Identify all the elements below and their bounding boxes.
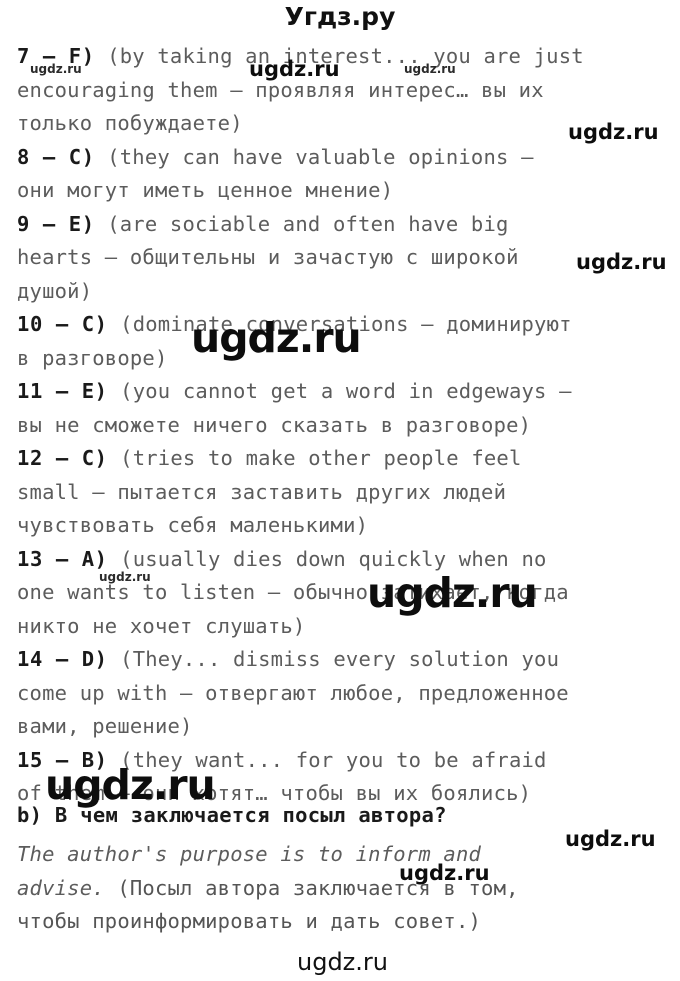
answer-gloss: (They... dismiss every solution you	[120, 647, 560, 671]
answer-gloss: (are sociable and often have big	[107, 211, 509, 236]
answer-gloss: (usually dies down quickly when no	[120, 546, 547, 571]
answer-key: 14 – D)	[17, 647, 108, 671]
answer-line: только побуждаете)	[17, 107, 667, 141]
answer-gloss: только побуждаете)	[17, 111, 243, 135]
answer-gloss: come up with – отвергают любое, предложе…	[17, 680, 569, 705]
answer-line: чувствовать себя маленькими)	[17, 509, 667, 543]
answer-gloss: one wants to listen – обычно затихает, к…	[17, 580, 569, 604]
answer-b-line-3: чтобы проинформировать и дать совет.)	[17, 909, 482, 933]
answer-line: 11 – E) (you cannot get a word in edgewa…	[17, 375, 667, 409]
answer-line: в разговоре)	[17, 342, 667, 376]
answer-line: 9 – E) (are sociable and often have big	[17, 208, 667, 242]
answer-line: 8 – C) (they can have valuable opinions …	[17, 141, 667, 175]
answer-gloss: (they can have valuable opinions –	[107, 144, 534, 169]
answer-key: 10 – C)	[17, 312, 108, 336]
answer-b-russian-2: (Посыл автора заключается в том,	[104, 875, 519, 900]
answers-list: 7 – F) (by taking an interest... you are…	[17, 40, 667, 811]
answer-item: 7 – F) (by taking an interest... you are…	[17, 40, 667, 141]
answer-gloss: (dominate conversations – доминируют	[120, 312, 572, 336]
answer-gloss: (you cannot get a word in edgeways –	[120, 379, 572, 403]
answer-b-block: The author's purpose is to inform and ad…	[17, 838, 667, 939]
answer-key: 13 – A)	[17, 546, 108, 571]
answer-gloss: вами, решение)	[17, 714, 193, 738]
answer-line: никто не хочет слушать)	[17, 610, 667, 644]
question-b-heading: b) В чем заключается посыл автора?	[17, 803, 447, 827]
answer-gloss: encouraging them – проявляя интерес… вы …	[17, 77, 544, 102]
answer-line: 15 – B) (they want... for you to be afra…	[17, 744, 667, 778]
answer-item: 14 – D) (They... dismiss every solution …	[17, 643, 667, 744]
answer-line: 14 – D) (They... dismiss every solution …	[17, 643, 667, 677]
answer-item: 10 – C) (dominate conversations – домини…	[17, 308, 667, 375]
answer-line: come up with – отвергают любое, предложе…	[17, 677, 667, 711]
answer-line: hearts – общительны и зачастую с широкой	[17, 241, 667, 275]
answer-b-english-2: advise.	[17, 875, 105, 900]
site-title: Угдз.ру	[284, 2, 396, 31]
answer-key: 7 – F)	[17, 44, 95, 68]
answer-line: one wants to listen – обычно затихает, к…	[17, 576, 667, 610]
answer-item: 15 – B) (they want... for you to be afra…	[17, 744, 667, 811]
answer-item: 12 – C) (tries to make other people feel…	[17, 442, 667, 543]
answer-key: 15 – B)	[17, 747, 108, 772]
watermark: ugdz.ru	[297, 948, 388, 976]
answer-line: 13 – A) (usually dies down quickly when …	[17, 543, 667, 577]
answer-gloss: hearts – общительны и зачастую с широкой	[17, 245, 519, 269]
answer-item: 8 – C) (they can have valuable opinions …	[17, 141, 667, 208]
answer-gloss: вы не сможете ничего сказать в разговоре…	[17, 412, 532, 437]
answer-key-page: Угдз.ру 7 – F) (by taking an interest...…	[0, 0, 680, 981]
answer-key: 9 – E)	[17, 211, 95, 236]
answer-line: душой)	[17, 275, 667, 309]
answer-line: 12 – C) (tries to make other people feel	[17, 442, 667, 476]
answer-gloss: душой)	[17, 278, 93, 303]
answer-line: small – пытается заставить других людей	[17, 476, 667, 510]
answer-gloss: никто не хочет слушать)	[17, 613, 306, 638]
answer-gloss: small – пытается заставить других людей	[17, 479, 507, 504]
answer-line: вами, решение)	[17, 710, 667, 744]
answer-b-english-1: The author's purpose is to inform and	[17, 842, 482, 866]
answer-gloss: в разговоре)	[17, 345, 168, 370]
answer-item: 9 – E) (are sociable and often have big h…	[17, 208, 667, 309]
answer-line: 10 – C) (dominate conversations – домини…	[17, 308, 667, 342]
answer-item: 13 – A) (usually dies down quickly when …	[17, 543, 667, 644]
answer-key: 11 – E)	[17, 379, 108, 403]
answer-line: они могут иметь ценное мнение)	[17, 174, 667, 208]
answer-gloss: (they want... for you to be afraid	[120, 747, 547, 772]
answer-gloss: (by taking an interest... you are just	[107, 44, 584, 68]
answer-gloss: они могут иметь ценное мнение)	[17, 178, 394, 202]
answer-gloss: (tries to make other people feel	[120, 446, 522, 470]
answer-line: 7 – F) (by taking an interest... you are…	[17, 40, 667, 74]
answer-line: encouraging them – проявляя интерес… вы …	[17, 74, 667, 108]
answer-gloss: of them – они хотят… чтобы вы их боялись…	[17, 781, 532, 805]
answer-b-line-1: The author's purpose is to inform and	[17, 838, 667, 872]
answer-key: 8 – C)	[17, 144, 95, 169]
answer-gloss: чувствовать себя маленькими)	[17, 513, 369, 537]
answer-b-line-2: advise. (Посыл автора заключается в том,	[17, 872, 667, 906]
answer-line: вы не сможете ничего сказать в разговоре…	[17, 409, 667, 443]
answer-item: 11 – E) (you cannot get a word in edgewa…	[17, 375, 667, 442]
answer-key: 12 – C)	[17, 446, 108, 470]
